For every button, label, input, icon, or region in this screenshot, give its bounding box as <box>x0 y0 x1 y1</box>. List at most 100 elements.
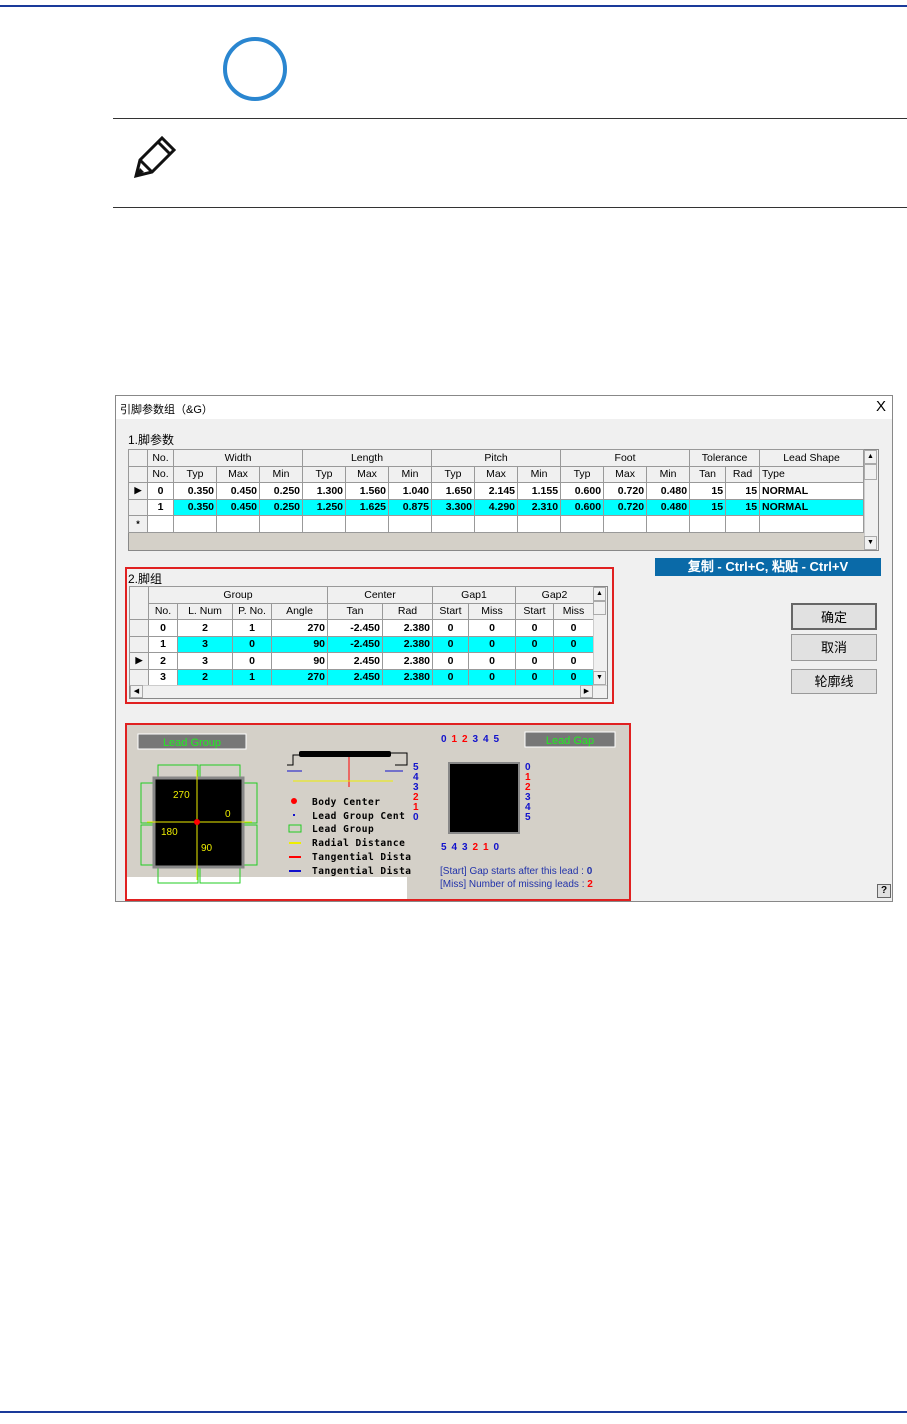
empty-cell[interactable] <box>646 515 691 533</box>
table-cell[interactable]: 0.450 <box>216 498 260 516</box>
table-cell[interactable]: 2 <box>177 668 233 686</box>
table-cell[interactable]: 1.300 <box>302 482 347 500</box>
empty-cell[interactable] <box>603 515 648 533</box>
empty-cell[interactable] <box>560 515 605 533</box>
table-cell[interactable]: 0 <box>515 619 555 637</box>
table-cell[interactable]: 15 <box>725 482 761 500</box>
table-cell[interactable]: -2.450 <box>327 635 383 653</box>
table-cell[interactable]: 2.310 <box>517 498 562 516</box>
table-cell[interactable]: 270 <box>271 619 328 637</box>
table-cell[interactable]: 0 <box>432 619 470 637</box>
table-cell[interactable]: 2.145 <box>474 482 519 500</box>
table-cell[interactable]: 0 <box>232 635 272 653</box>
table-cell[interactable]: 0 <box>515 635 555 653</box>
table-cell[interactable]: 0 <box>148 619 178 637</box>
table-cell[interactable]: 0.720 <box>603 498 648 516</box>
scroll-down-button[interactable]: ▼ <box>593 671 606 685</box>
table-cell[interactable]: 0 <box>553 619 595 637</box>
table-cell[interactable]: 3.300 <box>431 498 476 516</box>
empty-cell[interactable] <box>216 515 260 533</box>
help-button[interactable]: ? <box>877 884 891 898</box>
empty-cell[interactable] <box>388 515 433 533</box>
table-cell[interactable]: 1.650 <box>431 482 476 500</box>
empty-cell[interactable] <box>431 515 476 533</box>
ok-button[interactable]: 确定 <box>791 603 877 630</box>
empty-cell[interactable] <box>759 515 865 533</box>
table-cell[interactable]: NORMAL <box>759 498 865 516</box>
table-cell[interactable]: 0 <box>432 668 470 686</box>
table-cell[interactable]: 2 <box>177 619 233 637</box>
scroll-right-button[interactable]: ▶ <box>580 685 593 698</box>
table-cell[interactable]: 1.250 <box>302 498 347 516</box>
table-cell[interactable]: 270 <box>271 668 328 686</box>
table-cell[interactable]: 2.380 <box>381 619 434 637</box>
table-row[interactable]: ▶ 0 0.350 0.450 0.250 1.300 1.560 1.040 1.650 2.1… <box>128 482 865 500</box>
scroll-up-button[interactable]: ▲ <box>864 450 877 464</box>
empty-cell[interactable] <box>689 515 727 533</box>
table-cell[interactable]: 2.380 <box>381 652 434 670</box>
table-cell[interactable]: 1.625 <box>345 498 390 516</box>
empty-cell[interactable] <box>302 515 347 533</box>
scroll-down-button[interactable]: ▼ <box>864 536 877 550</box>
row-header[interactable] <box>129 619 149 637</box>
table-row[interactable]: 0 2 1 270 -2.450 2.380 0 0 0 0 <box>129 619 595 637</box>
empty-cell[interactable] <box>173 515 217 533</box>
table-row[interactable]: 1 3 0 90 -2.450 2.380 0 0 0 0 <box>129 635 595 653</box>
table-cell[interactable]: 15 <box>689 498 727 516</box>
cancel-button[interactable]: 取消 <box>791 634 877 661</box>
table-cell[interactable]: 3 <box>148 668 178 686</box>
table-cell[interactable]: 0 <box>232 652 272 670</box>
scroll-thumb[interactable] <box>593 601 606 615</box>
table-cell[interactable]: 0.250 <box>258 482 304 500</box>
table-row[interactable]: ▶ 2 3 0 90 2.450 2.380 0 0 0 0 <box>129 652 595 670</box>
table-cell[interactable]: 0.480 <box>646 498 691 516</box>
table-cell[interactable]: 15 <box>689 482 727 500</box>
table-cell[interactable]: 1 <box>232 668 272 686</box>
table-cell[interactable]: 0 <box>468 619 517 637</box>
empty-cell[interactable] <box>474 515 519 533</box>
table-cell[interactable]: 0 <box>553 652 595 670</box>
table-cell[interactable]: 1 <box>232 619 272 637</box>
table-cell[interactable]: 1.560 <box>345 482 390 500</box>
table-cell[interactable]: 1 <box>148 635 178 653</box>
empty-cell[interactable] <box>517 515 562 533</box>
new-row[interactable]: * <box>128 515 865 533</box>
table-row[interactable]: 3 2 1 270 2.450 2.380 0 0 0 0 <box>129 668 595 686</box>
table-cell[interactable]: 0.600 <box>560 482 605 500</box>
table-cell[interactable]: 90 <box>271 652 328 670</box>
outline-button[interactable]: 轮廓线 <box>791 669 877 694</box>
table-cell[interactable]: 2.450 <box>327 652 383 670</box>
table-row[interactable]: 1 0.350 0.450 0.250 1.250 1.625 0.875 3.300 4.29… <box>128 498 865 516</box>
table-cell[interactable]: 0 <box>468 635 517 653</box>
table-cell[interactable]: 2.450 <box>327 668 383 686</box>
table-cell[interactable]: 0.250 <box>258 498 304 516</box>
table-cell[interactable]: 2 <box>148 652 178 670</box>
table-cell[interactable]: 0 <box>515 668 555 686</box>
table-cell[interactable]: 3 <box>177 652 233 670</box>
current-row-indicator-icon[interactable]: ▶ <box>129 652 149 670</box>
table-cell[interactable]: 0 <box>468 652 517 670</box>
scroll-left-button[interactable]: ◀ <box>130 685 143 698</box>
row-header[interactable] <box>129 668 149 686</box>
table-cell[interactable]: 0.720 <box>603 482 648 500</box>
table-cell[interactable]: 0.450 <box>216 482 260 500</box>
table-cell[interactable]: 0 <box>432 635 470 653</box>
table-cell[interactable]: 15 <box>725 498 761 516</box>
empty-cell[interactable] <box>725 515 761 533</box>
table-cell[interactable]: 1.040 <box>388 482 433 500</box>
table-cell[interactable]: NORMAL <box>759 482 865 500</box>
table-cell[interactable]: 0 <box>432 652 470 670</box>
table-cell[interactable]: 0.600 <box>560 498 605 516</box>
table-cell[interactable]: 0.480 <box>646 482 691 500</box>
scroll-thumb[interactable] <box>864 464 877 480</box>
table-cell[interactable]: 0 <box>515 652 555 670</box>
table-cell[interactable]: 3 <box>177 635 233 653</box>
table-cell[interactable]: -2.450 <box>327 619 383 637</box>
row-header[interactable] <box>128 498 148 516</box>
current-row-indicator-icon[interactable]: ▶ <box>128 482 148 500</box>
table-cell[interactable]: 1.155 <box>517 482 562 500</box>
table-cell[interactable]: 2.380 <box>381 668 434 686</box>
table-cell[interactable]: 0.875 <box>388 498 433 516</box>
table-cell[interactable]: 2.380 <box>381 635 434 653</box>
horizontal-scrollbar[interactable] <box>130 685 607 698</box>
